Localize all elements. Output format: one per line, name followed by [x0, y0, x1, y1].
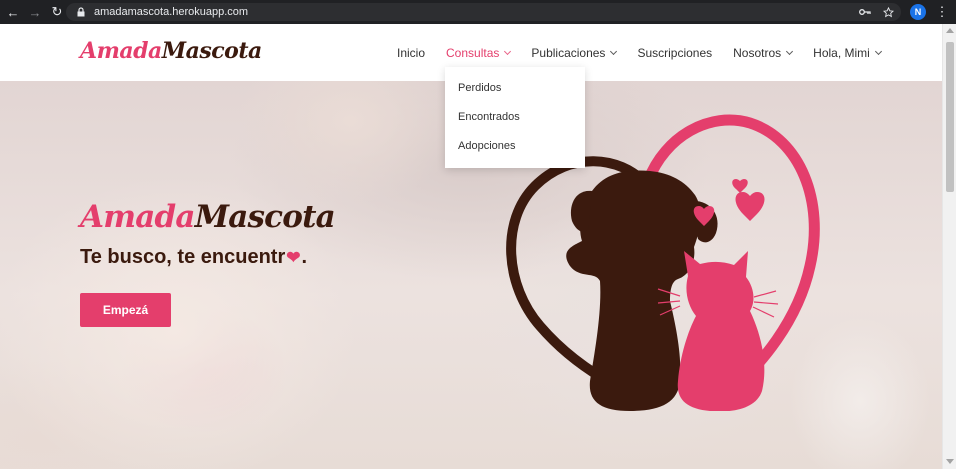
- scrollbar-thumb[interactable]: [946, 42, 954, 192]
- nav-publicaciones-label: Publicaciones: [531, 45, 606, 60]
- profile-avatar[interactable]: N: [910, 4, 926, 20]
- address-bar[interactable]: amadamascota.herokuapp.com: [66, 3, 901, 21]
- key-icon[interactable]: [859, 7, 871, 17]
- nav-consultas-label: Consultas: [446, 45, 500, 60]
- dropdown-item-adopciones[interactable]: Adopciones: [445, 132, 585, 161]
- consultas-dropdown: Perdidos Encontrados Adopciones: [445, 67, 585, 168]
- nav-suscripciones-label: Suscripciones: [637, 45, 713, 60]
- logo-part1: Amada: [80, 38, 162, 64]
- back-arrow-icon[interactable]: ←: [2, 0, 24, 24]
- nav-inicio[interactable]: Inicio: [397, 46, 425, 60]
- tagline-text: Te busco, te encuentr: [80, 246, 286, 268]
- heart-icon: ❤: [286, 247, 301, 267]
- tagline-end: .: [301, 246, 308, 268]
- nav-suscripciones[interactable]: Suscripciones: [637, 46, 712, 60]
- nav-user-label: Hola, Mimi: [813, 45, 870, 60]
- browser-menu-icon[interactable]: ⋮: [936, 3, 949, 21]
- star-icon[interactable]: [883, 6, 894, 18]
- nav-consultas[interactable]: Consultas: [446, 45, 512, 60]
- nav-publicaciones[interactable]: Publicaciones: [531, 45, 618, 60]
- hero-title-part2: Mascota: [194, 199, 336, 235]
- small-heart-3: [732, 179, 748, 193]
- nav-nosotros-label: Nosotros: [733, 45, 782, 60]
- web-page: AmadaMascota Inicio Consultas Publicacio…: [0, 24, 942, 469]
- page-scrollbar[interactable]: [942, 24, 956, 469]
- small-heart-2: [735, 192, 765, 221]
- hero-title-part1: Amada: [80, 199, 196, 235]
- chevron-down-icon: [504, 47, 512, 55]
- lock-icon: [77, 7, 85, 17]
- forward-arrow-icon[interactable]: →: [24, 0, 46, 24]
- chevron-down-icon: [610, 47, 618, 55]
- nav-inicio-label: Inicio: [397, 45, 426, 60]
- nav-user-menu[interactable]: Hola, Mimi: [813, 45, 882, 60]
- site-logo[interactable]: AmadaMascota: [80, 38, 262, 64]
- chevron-down-icon: [786, 47, 794, 55]
- scroll-down-arrow-icon[interactable]: [946, 459, 954, 464]
- browser-toolbar: ← → ↻ amadamascota.herokuapp.com N ⋮: [0, 0, 956, 24]
- logo-part2: Mascota: [161, 38, 262, 64]
- reload-icon[interactable]: ↻: [46, 0, 68, 24]
- hero-tagline: Te busco, te encuentr ❤.: [80, 246, 307, 269]
- dropdown-item-encontrados[interactable]: Encontrados: [445, 103, 585, 132]
- hero-title: AmadaMascota: [80, 199, 336, 235]
- url-text: amadamascota.herokuapp.com: [94, 6, 249, 18]
- dropdown-item-perdidos[interactable]: Perdidos: [445, 74, 585, 103]
- scroll-up-arrow-icon[interactable]: [946, 28, 954, 33]
- chevron-down-icon: [874, 47, 882, 55]
- cat-silhouette: [677, 251, 765, 411]
- nav-nosotros[interactable]: Nosotros: [733, 45, 794, 60]
- empeza-button[interactable]: Empezá: [80, 293, 171, 327]
